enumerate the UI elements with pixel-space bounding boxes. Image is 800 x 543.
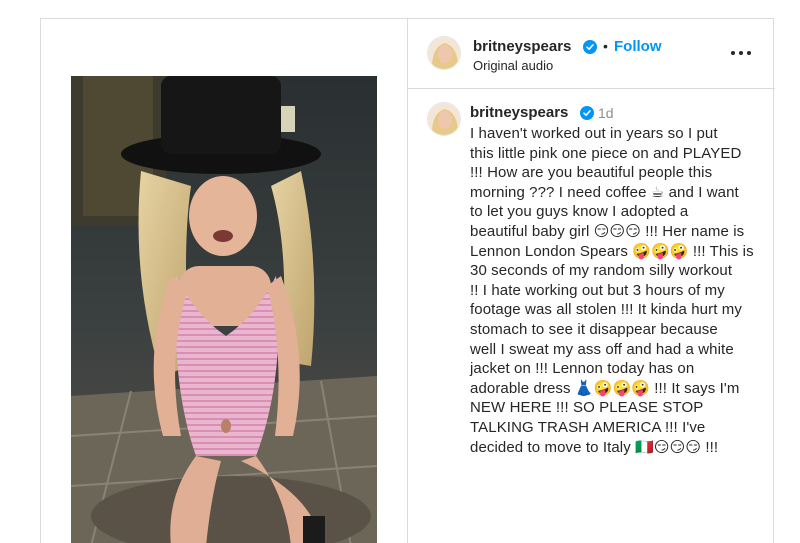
more-options-icon[interactable] bbox=[728, 44, 754, 60]
separator-dot: • bbox=[603, 38, 608, 54]
verified-badge-icon bbox=[580, 106, 594, 120]
verified-badge-icon bbox=[583, 40, 597, 54]
avatar-image bbox=[428, 37, 460, 69]
avatar-image bbox=[428, 103, 460, 135]
post-header: britneyspears • Follow Original audio bbox=[408, 19, 775, 89]
post-modal: britneyspears • Follow Original audio br… bbox=[40, 18, 775, 543]
comment-timestamp[interactable]: 1d bbox=[598, 105, 614, 121]
follow-button[interactable]: Follow bbox=[614, 38, 662, 55]
caption-text: I haven't worked out in years so I put t… bbox=[470, 125, 754, 456]
comment-username[interactable]: britneyspears bbox=[470, 104, 568, 121]
avatar[interactable] bbox=[427, 36, 461, 70]
media-column bbox=[41, 19, 407, 543]
video-frame-image bbox=[71, 76, 377, 543]
post-sidebar: britneyspears • Follow Original audio br… bbox=[408, 19, 775, 543]
avatar[interactable] bbox=[427, 102, 461, 136]
post-video[interactable] bbox=[71, 76, 377, 543]
audio-link[interactable]: Original audio bbox=[473, 58, 553, 73]
header-username[interactable]: britneyspears bbox=[473, 38, 571, 55]
